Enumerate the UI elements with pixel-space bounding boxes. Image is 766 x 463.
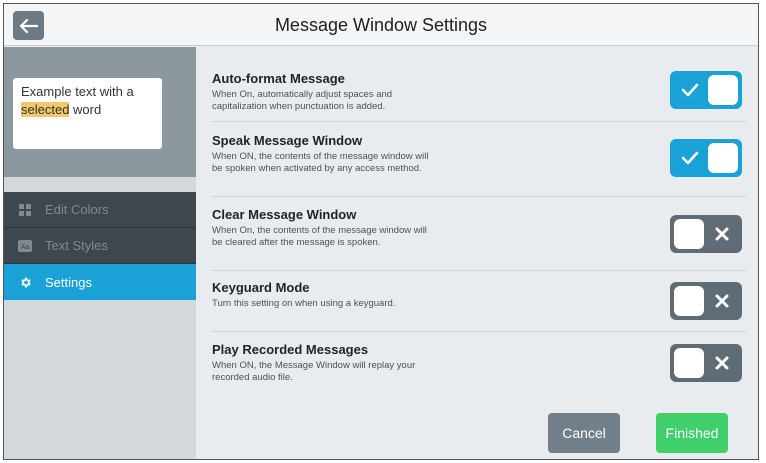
preview-selected-word: selected <box>21 102 70 117</box>
speak-message-toggle[interactable] <box>670 139 742 177</box>
divider <box>212 121 746 122</box>
settings-window: Message Window Settings Example text wit… <box>3 3 759 460</box>
setting-description: When On, automatically adjust spaces and… <box>212 89 393 112</box>
preview-text-end: word <box>69 102 102 117</box>
setting-description: Turn this setting on when using a keygua… <box>212 298 396 309</box>
sidebar-item-settings[interactable]: Settings <box>4 264 205 300</box>
close-icon <box>704 344 740 382</box>
setting-description: When On, the contents of the message win… <box>212 225 427 248</box>
gear-icon <box>18 275 32 289</box>
cancel-button[interactable]: Cancel <box>548 413 620 453</box>
sidebar-item-label: Settings <box>45 274 92 290</box>
keyguard-mode-toggle[interactable] <box>670 282 742 320</box>
settings-list: Auto-format Message When On, automatical… <box>196 47 758 459</box>
check-icon <box>672 139 708 177</box>
check-icon <box>672 71 708 109</box>
sidebar-item-label: Text Styles <box>45 238 108 253</box>
close-icon <box>704 215 740 253</box>
play-recorded-toggle[interactable] <box>670 344 742 382</box>
setting-description: When ON, the Message Window will replay … <box>212 360 416 383</box>
clear-message-toggle[interactable] <box>670 215 742 253</box>
preview-text: Example text with a <box>21 84 134 99</box>
preview-area: Example text with a selected word <box>4 47 196 177</box>
toggle-knob <box>674 286 704 316</box>
auto-format-toggle[interactable] <box>670 71 742 109</box>
preview-text-box: Example text with a selected word <box>13 78 162 149</box>
header-bar: Message Window Settings <box>4 4 758 46</box>
left-panel: Example text with a selected word Edit C… <box>4 47 205 459</box>
finished-button[interactable]: Finished <box>656 413 728 453</box>
setting-play-recorded-messages: Play Recorded Messages When ON, the Mess… <box>212 342 758 392</box>
sidebar-item-label: Edit Colors <box>45 202 109 217</box>
page-title: Message Window Settings <box>274 15 488 35</box>
sidebar-item-text-styles[interactable]: Aa Text Styles <box>4 228 196 264</box>
setting-keyguard-mode: Keyguard Mode Turn this setting on when … <box>212 280 758 332</box>
divider <box>212 270 746 271</box>
grid-icon <box>18 203 32 217</box>
setting-description: When ON, the contents of the message win… <box>212 151 429 174</box>
divider <box>212 331 746 332</box>
divider <box>212 196 746 197</box>
toggle-knob <box>708 143 738 173</box>
close-icon <box>704 282 740 320</box>
text-aa-icon: Aa <box>18 239 32 253</box>
sidebar-nav: Edit Colors Aa Text Styles Settings <box>4 192 205 300</box>
svg-text:Aa: Aa <box>21 244 30 251</box>
setting-clear-message-window: Clear Message Window When On, the conten… <box>212 207 758 271</box>
toggle-knob <box>674 219 704 249</box>
setting-auto-format-message: Auto-format Message When On, automatical… <box>212 71 758 122</box>
sidebar-item-edit-colors[interactable]: Edit Colors <box>4 192 196 228</box>
toggle-knob <box>708 75 738 105</box>
toggle-knob <box>674 348 704 378</box>
setting-speak-message-window: Speak Message Window When ON, the conten… <box>212 133 758 197</box>
